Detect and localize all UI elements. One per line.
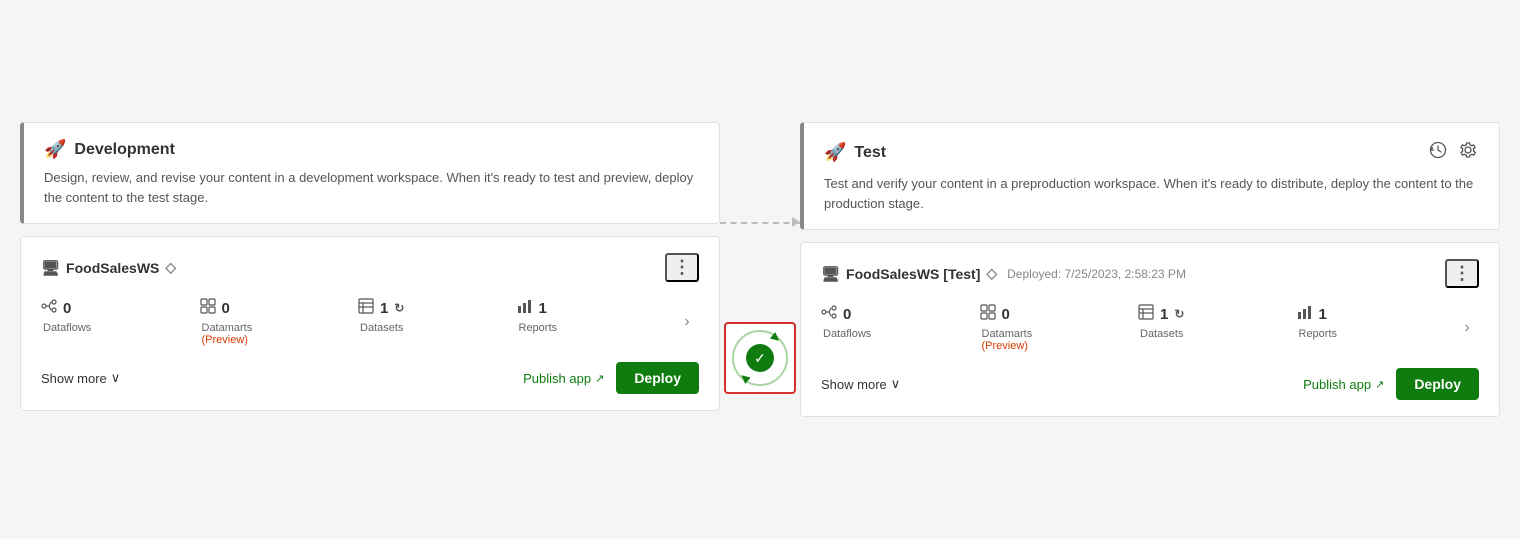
datamarts-icon-test bbox=[980, 304, 996, 324]
test-datasets-label: Datasets bbox=[1138, 328, 1183, 340]
test-workspace-card: 🖥 FoodSalesWS [Test] ◇ Deployed: 7/25/20… bbox=[800, 242, 1500, 417]
dev-dataflows-label: Dataflows bbox=[41, 322, 91, 334]
test-dataflows-value: 0 bbox=[843, 306, 851, 323]
dev-datamarts-label: Datamarts (Preview) bbox=[200, 322, 253, 346]
test-workspace-header: 🖥 FoodSalesWS [Test] ◇ Deployed: 7/25/20… bbox=[821, 259, 1479, 288]
external-link-icon-test: ↗ bbox=[1375, 378, 1384, 391]
test-title: Test bbox=[854, 144, 886, 162]
datamarts-icon-dev bbox=[200, 298, 216, 318]
test-more-button[interactable]: ⋮ bbox=[1445, 259, 1479, 288]
test-reports-value: 1 bbox=[1319, 306, 1327, 323]
dataflows-icon-test bbox=[821, 304, 837, 324]
sync-arrow-top-icon: ▶ bbox=[768, 330, 783, 345]
pipeline-container: 🚀 Development Design, review, and revise… bbox=[20, 122, 1500, 417]
test-metrics-row: 0 Dataflows 0 Datamarts (Preview) bbox=[821, 304, 1479, 352]
test-icon: 🚀 bbox=[824, 142, 846, 163]
datasets-icon-dev bbox=[358, 298, 374, 318]
test-header-icons bbox=[1427, 139, 1479, 166]
test-dataflows-metric: 0 Dataflows bbox=[821, 304, 980, 340]
development-workspace-name: FoodSalesWS bbox=[66, 260, 159, 276]
test-publish-app-button[interactable]: Publish app ↗ bbox=[1303, 377, 1384, 392]
sync-arrow-bottom-icon: ▶ bbox=[737, 371, 752, 386]
reports-icon-test bbox=[1297, 304, 1313, 324]
refresh-icon-test-datasets[interactable]: ↻ bbox=[1174, 307, 1184, 321]
reports-icon-dev bbox=[517, 298, 533, 318]
test-description: Test and verify your content in a prepro… bbox=[824, 174, 1479, 213]
development-stage: 🚀 Development Design, review, and revise… bbox=[20, 122, 720, 411]
test-footer-actions: Publish app ↗ Deploy bbox=[1303, 368, 1479, 400]
diamond-icon-dev: ◇ bbox=[165, 259, 176, 276]
dev-datamarts-metric: 0 Datamarts (Preview) bbox=[200, 298, 359, 346]
test-workspace-title: 🖥 FoodSalesWS [Test] ◇ Deployed: 7/25/20… bbox=[821, 265, 1186, 283]
external-link-icon-dev: ↗ bbox=[595, 372, 604, 385]
history-icon bbox=[1429, 141, 1447, 159]
dev-dataflows-metric: 0 Dataflows bbox=[41, 298, 200, 334]
dev-datasets-label: Datasets bbox=[358, 322, 403, 334]
development-workspace-card: 🖥 FoodSalesWS ◇ ⋮ 0 Dataflows bbox=[20, 236, 720, 411]
sync-status-box[interactable]: ▶ ✓ ▶ bbox=[724, 322, 796, 394]
dev-publish-app-button[interactable]: Publish app ↗ bbox=[523, 371, 604, 386]
datasets-icon-test bbox=[1138, 304, 1154, 324]
development-title: Development bbox=[74, 141, 174, 159]
development-title-row: 🚀 Development bbox=[44, 139, 699, 160]
development-metrics-row: 0 Dataflows 0 Datamarts (Preview) bbox=[41, 298, 699, 346]
workspace-icon-dev: 🖥 bbox=[41, 259, 60, 277]
development-more-button[interactable]: ⋮ bbox=[665, 253, 699, 282]
refresh-icon-dev-datasets[interactable]: ↻ bbox=[394, 301, 404, 315]
dev-deploy-button[interactable]: Deploy bbox=[616, 362, 699, 394]
settings-icon bbox=[1459, 141, 1477, 159]
test-dataflows-label: Dataflows bbox=[821, 328, 871, 340]
dev-metrics-next-arrow[interactable]: › bbox=[675, 313, 699, 331]
dev-show-more[interactable]: Show more ∨ bbox=[41, 370, 120, 386]
sync-outer-ring: ▶ ✓ ▶ bbox=[732, 330, 788, 386]
dev-footer-actions: Publish app ↗ Deploy bbox=[523, 362, 699, 394]
dev-datasets-metric: 1 ↻ Datasets bbox=[358, 298, 517, 334]
test-workspace-footer: Show more ∨ Publish app ↗ Deploy bbox=[821, 368, 1479, 400]
test-reports-metric: 1 Reports bbox=[1297, 304, 1456, 340]
chevron-down-icon-dev: ∨ bbox=[111, 370, 121, 386]
chevron-down-icon-test: ∨ bbox=[891, 376, 901, 392]
test-deployed-text: Deployed: 7/25/2023, 2:58:23 PM bbox=[1007, 267, 1186, 281]
connector-area: ▶ ✓ ▶ bbox=[720, 122, 800, 394]
arrow-connector bbox=[720, 202, 800, 242]
dataflows-icon-dev bbox=[41, 298, 57, 318]
test-deploy-button[interactable]: Deploy bbox=[1396, 368, 1479, 400]
dev-datamarts-value: 0 bbox=[222, 300, 230, 317]
development-icon: 🚀 bbox=[44, 139, 66, 160]
development-workspace-header: 🖥 FoodSalesWS ◇ ⋮ bbox=[41, 253, 699, 282]
test-datamarts-metric: 0 Datamarts (Preview) bbox=[980, 304, 1139, 352]
dev-reports-value: 1 bbox=[539, 300, 547, 317]
development-workspace-footer: Show more ∨ Publish app ↗ Deploy bbox=[41, 362, 699, 394]
test-metrics-next-arrow[interactable]: › bbox=[1455, 319, 1479, 337]
test-datasets-value: 1 bbox=[1160, 306, 1168, 323]
development-stage-header: 🚀 Development Design, review, and revise… bbox=[20, 122, 720, 224]
test-stage-header: 🚀 Test Test and verify your content in a… bbox=[800, 122, 1500, 230]
dev-datasets-value: 1 bbox=[380, 300, 388, 317]
workspace-icon-test: 🖥 bbox=[821, 265, 840, 283]
sync-check-icon: ✓ bbox=[746, 344, 774, 372]
test-reports-label: Reports bbox=[1297, 328, 1338, 340]
development-workspace-title: 🖥 FoodSalesWS ◇ bbox=[41, 259, 176, 277]
dev-reports-metric: 1 Reports bbox=[517, 298, 676, 334]
test-title-row: 🚀 Test bbox=[824, 139, 1479, 166]
test-datamarts-value: 0 bbox=[1002, 306, 1010, 323]
test-stage: 🚀 Test Test and verify your content in a… bbox=[800, 122, 1500, 417]
diamond-icon-test: ◇ bbox=[986, 265, 997, 282]
test-show-more[interactable]: Show more ∨ bbox=[821, 376, 900, 392]
test-workspace-name: FoodSalesWS [Test] bbox=[846, 266, 980, 282]
test-datasets-metric: 1 ↻ Datasets bbox=[1138, 304, 1297, 340]
dev-dataflows-value: 0 bbox=[63, 300, 71, 317]
development-description: Design, review, and revise your content … bbox=[44, 168, 699, 207]
test-settings-button[interactable] bbox=[1457, 139, 1479, 166]
test-datamarts-label: Datamarts (Preview) bbox=[980, 328, 1033, 352]
test-history-button[interactable] bbox=[1427, 139, 1449, 166]
dev-reports-label: Reports bbox=[517, 322, 558, 334]
